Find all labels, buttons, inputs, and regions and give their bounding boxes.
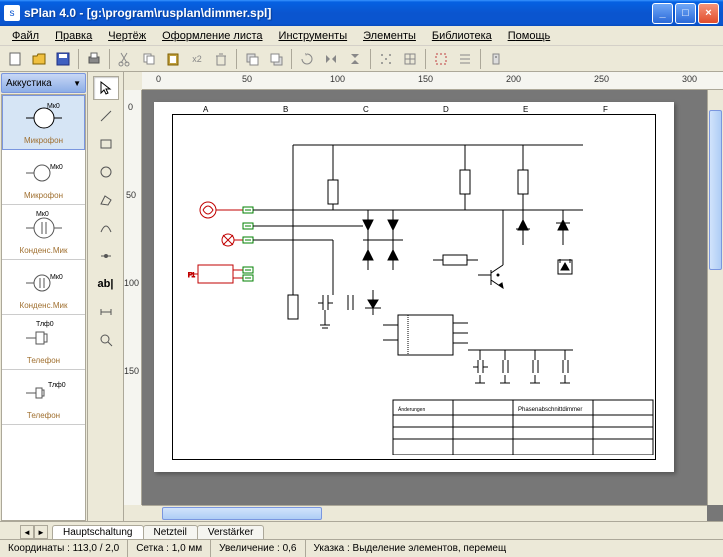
svg-text:Тлф0: Тлф0 <box>36 321 54 328</box>
menu-tools[interactable]: Инструменты <box>271 28 356 44</box>
rotate-button[interactable] <box>296 48 318 70</box>
palette-category-label: Аккустика <box>6 78 52 89</box>
component-palette: Аккустика ▼ Мк0 Микрофон Мк0 Микрофон Мк… <box>0 72 88 521</box>
svg-text:Тлф0: Тлф0 <box>48 382 66 389</box>
options-button[interactable] <box>485 48 507 70</box>
zoom-tool[interactable] <box>93 328 119 352</box>
svg-text:Phasenabschnittdimmer: Phasenabschnittdimmer <box>518 407 582 413</box>
line-tool[interactable] <box>93 104 119 128</box>
statusbar: Координаты : 113,0 / 2,0 Сетка : 1,0 мм … <box>0 539 723 557</box>
grid-button[interactable] <box>399 48 421 70</box>
duplicate-button[interactable]: x2 <box>186 48 208 70</box>
schematic-drawing: F1 <box>173 115 657 455</box>
zoom-button[interactable] <box>430 48 452 70</box>
menu-file[interactable]: Файл <box>4 28 47 44</box>
status-zoom: Увеличение : 0,6 <box>211 540 305 557</box>
svg-text:Мк0: Мк0 <box>47 103 60 110</box>
mirror-v-button[interactable] <box>344 48 366 70</box>
palette-item-phone1[interactable]: Тлф0 Телефон <box>2 315 85 370</box>
mirror-h-button[interactable] <box>320 48 342 70</box>
svg-text:Мк0: Мк0 <box>36 211 49 218</box>
print-button[interactable] <box>83 48 105 70</box>
measure-tool[interactable] <box>93 300 119 324</box>
tab-nav-prev[interactable]: ◄ <box>20 525 34 539</box>
scrollbar-horizontal[interactable] <box>142 505 707 521</box>
close-button[interactable]: × <box>698 3 719 24</box>
new-button[interactable] <box>4 48 26 70</box>
tab-verstarker[interactable]: Verstärker <box>197 525 265 539</box>
paste-button[interactable] <box>162 48 184 70</box>
palette-item-condmic1[interactable]: Мк0 Конденс.Мик <box>2 205 85 260</box>
tab-hauptschaltung[interactable]: Hauptschaltung <box>52 525 144 539</box>
circle-tool[interactable] <box>93 160 119 184</box>
back-button[interactable] <box>265 48 287 70</box>
ruler-horizontal: 0 50 100 150 200 250 300 <box>142 72 723 90</box>
save-button[interactable] <box>52 48 74 70</box>
svg-text:Änderungen: Änderungen <box>398 406 425 413</box>
tab-nav-next[interactable]: ► <box>34 525 48 539</box>
minimize-button[interactable]: _ <box>652 3 673 24</box>
schematic-page: A B C D E F F1 <box>154 102 674 472</box>
menu-drawing[interactable]: Чертёж <box>100 28 154 44</box>
svg-text:Мк0: Мк0 <box>50 164 63 171</box>
palette-item-phone2[interactable]: Тлф0 Телефон <box>2 370 85 425</box>
drawing-tools: ab| <box>88 72 124 521</box>
cut-button[interactable] <box>114 48 136 70</box>
window-title: sPlan 4.0 - [g:\program\rusplan\dimmer.s… <box>24 6 652 20</box>
app-icon: s <box>4 5 20 21</box>
palette-item-condmic2[interactable]: Мк0 Конденс.Мик <box>2 260 85 315</box>
snap-button[interactable] <box>375 48 397 70</box>
palette-category-dropdown[interactable]: Аккустика ▼ <box>1 73 86 93</box>
tab-netzteil[interactable]: Netzteil <box>143 525 198 539</box>
menu-library[interactable]: Библиотека <box>424 28 500 44</box>
delete-button[interactable] <box>210 48 232 70</box>
menu-edit[interactable]: Правка <box>47 28 100 44</box>
palette-item-mic1[interactable]: Мк0 Микрофон <box>2 95 85 150</box>
bezier-tool[interactable] <box>93 216 119 240</box>
front-button[interactable] <box>241 48 263 70</box>
menu-sheet[interactable]: Оформление листа <box>154 28 270 44</box>
rect-tool[interactable] <box>93 132 119 156</box>
palette-item-mic2[interactable]: Мк0 Микрофон <box>2 150 85 205</box>
text-tool[interactable]: ab| <box>93 272 119 296</box>
status-grid: Сетка : 1,0 мм <box>128 540 211 557</box>
dropdown-icon: ▼ <box>73 79 81 88</box>
polygon-tool[interactable] <box>93 188 119 212</box>
status-coords: Координаты : 113,0 / 2,0 <box>0 540 128 557</box>
titlebar: s sPlan 4.0 - [g:\program\rusplan\dimmer… <box>0 0 723 26</box>
menubar: Файл Правка Чертёж Оформление листа Инст… <box>0 26 723 46</box>
copy-button[interactable] <box>138 48 160 70</box>
list-button[interactable] <box>454 48 476 70</box>
menu-elements[interactable]: Элементы <box>355 28 424 44</box>
pointer-tool[interactable] <box>93 76 119 100</box>
scrollbar-vertical[interactable] <box>707 90 723 505</box>
menu-help[interactable]: Помощь <box>500 28 559 44</box>
status-hint: Указка : Выделение элементов, перемещ <box>306 540 723 557</box>
ruler-vertical: 0 50 100 150 <box>124 90 142 505</box>
toolbar: x2 <box>0 46 723 72</box>
open-button[interactable] <box>28 48 50 70</box>
svg-text:F1: F1 <box>188 273 196 279</box>
canvas[interactable]: A B C D E F F1 <box>142 90 723 521</box>
sheet-tabs: ◄ ► Hauptschaltung Netzteil Verstärker <box>0 521 723 539</box>
canvas-area: 0 50 100 150 200 250 300 0 50 100 150 A … <box>124 72 723 521</box>
node-tool[interactable] <box>93 244 119 268</box>
maximize-button[interactable]: □ <box>675 3 696 24</box>
svg-text:Мк0: Мк0 <box>50 274 63 281</box>
